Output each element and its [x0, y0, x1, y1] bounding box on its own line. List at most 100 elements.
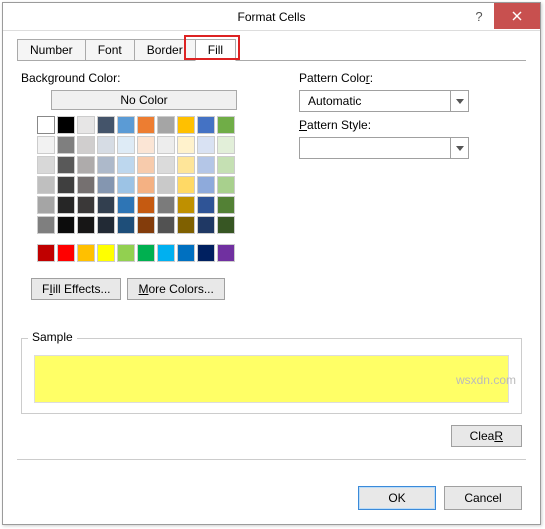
color-swatch[interactable]	[77, 176, 95, 194]
dialog-buttons: OK Cancel	[358, 486, 522, 510]
ok-button[interactable]: OK	[358, 486, 436, 510]
color-swatch[interactable]	[217, 156, 235, 174]
tab-fill[interactable]: Fill	[195, 39, 236, 61]
color-swatch[interactable]	[97, 116, 115, 134]
color-swatch[interactable]	[117, 116, 135, 134]
color-swatch[interactable]	[37, 116, 55, 134]
color-swatch[interactable]	[97, 244, 115, 262]
no-color-button[interactable]: No Color	[51, 90, 237, 110]
color-swatch[interactable]	[177, 216, 195, 234]
color-swatch[interactable]	[177, 116, 195, 134]
color-swatch[interactable]	[117, 136, 135, 154]
color-swatch[interactable]	[57, 176, 75, 194]
pattern-style-dropdown[interactable]	[299, 137, 469, 159]
background-color-label: Background Color:	[21, 71, 269, 85]
color-swatch[interactable]	[177, 176, 195, 194]
tab-strip: Number Font Border Fill	[3, 39, 540, 61]
color-swatch[interactable]	[197, 244, 215, 262]
color-swatch[interactable]	[137, 136, 155, 154]
color-swatch[interactable]	[97, 156, 115, 174]
color-swatch[interactable]	[97, 136, 115, 154]
color-swatch[interactable]	[117, 244, 135, 262]
tab-border[interactable]: Border	[134, 39, 196, 61]
color-swatch[interactable]	[77, 156, 95, 174]
pattern-section: Pattern Color: Automatic Pattern Style:	[299, 71, 522, 300]
help-button[interactable]: ?	[464, 3, 494, 29]
pattern-color-label: Pattern Color:	[299, 71, 522, 85]
color-swatch[interactable]	[37, 156, 55, 174]
chevron-down-icon	[450, 138, 468, 158]
clear-button[interactable]: CleaR	[451, 425, 522, 447]
theme-color-grid	[37, 116, 269, 234]
dialog-title: Format Cells	[237, 10, 305, 24]
color-swatch[interactable]	[137, 116, 155, 134]
color-swatch[interactable]	[77, 136, 95, 154]
color-swatch[interactable]	[217, 216, 235, 234]
color-swatch[interactable]	[197, 176, 215, 194]
color-swatch[interactable]	[197, 116, 215, 134]
color-swatch[interactable]	[117, 176, 135, 194]
color-swatch[interactable]	[37, 136, 55, 154]
color-swatch[interactable]	[197, 196, 215, 214]
more-colors-button[interactable]: More Colors...	[127, 278, 224, 300]
color-swatch[interactable]	[177, 136, 195, 154]
color-swatch[interactable]	[57, 216, 75, 234]
color-swatch[interactable]	[177, 196, 195, 214]
color-swatch[interactable]	[57, 116, 75, 134]
color-swatch[interactable]	[137, 196, 155, 214]
sample-label: Sample	[28, 330, 77, 344]
color-swatch[interactable]	[37, 216, 55, 234]
tab-number[interactable]: Number	[17, 39, 86, 61]
close-button[interactable]	[494, 3, 540, 29]
color-swatch[interactable]	[157, 116, 175, 134]
color-action-buttons: FIill Effects... More Colors...	[31, 278, 269, 300]
color-swatch[interactable]	[197, 216, 215, 234]
color-swatch[interactable]	[37, 244, 55, 262]
tab-font[interactable]: Font	[85, 39, 135, 61]
watermark-text: wsxdn.com	[456, 373, 516, 387]
sample-preview	[34, 355, 509, 403]
color-swatch[interactable]	[37, 176, 55, 194]
color-swatch[interactable]	[57, 196, 75, 214]
color-swatch[interactable]	[77, 196, 95, 214]
color-swatch[interactable]	[137, 156, 155, 174]
color-swatch[interactable]	[117, 156, 135, 174]
color-swatch[interactable]	[117, 216, 135, 234]
color-swatch[interactable]	[217, 116, 235, 134]
color-swatch[interactable]	[77, 216, 95, 234]
fill-effects-button[interactable]: FIill Effects...	[31, 278, 121, 300]
color-swatch[interactable]	[177, 156, 195, 174]
color-swatch[interactable]	[217, 176, 235, 194]
cancel-button[interactable]: Cancel	[444, 486, 522, 510]
color-swatch[interactable]	[157, 156, 175, 174]
format-cells-dialog: Format Cells ? Number Font Border Fill B…	[2, 2, 541, 525]
color-swatch[interactable]	[157, 176, 175, 194]
color-swatch[interactable]	[57, 244, 75, 262]
color-swatch[interactable]	[37, 196, 55, 214]
color-swatch[interactable]	[157, 216, 175, 234]
color-swatch[interactable]	[137, 176, 155, 194]
color-swatch[interactable]	[157, 196, 175, 214]
color-swatch[interactable]	[217, 244, 235, 262]
clear-row: CleaR	[451, 425, 522, 447]
color-swatch[interactable]	[77, 244, 95, 262]
color-swatch[interactable]	[137, 216, 155, 234]
color-swatch[interactable]	[77, 116, 95, 134]
color-swatch[interactable]	[137, 244, 155, 262]
color-swatch[interactable]	[197, 156, 215, 174]
color-swatch[interactable]	[117, 196, 135, 214]
color-swatch[interactable]	[217, 136, 235, 154]
color-swatch[interactable]	[97, 176, 115, 194]
color-swatch[interactable]	[177, 244, 195, 262]
separator	[17, 459, 526, 460]
pattern-color-dropdown[interactable]: Automatic	[299, 90, 469, 112]
color-swatch[interactable]	[157, 136, 175, 154]
color-swatch[interactable]	[217, 196, 235, 214]
chevron-down-icon	[450, 91, 468, 111]
color-swatch[interactable]	[57, 136, 75, 154]
color-swatch[interactable]	[57, 156, 75, 174]
color-swatch[interactable]	[197, 136, 215, 154]
color-swatch[interactable]	[97, 196, 115, 214]
color-swatch[interactable]	[97, 216, 115, 234]
color-swatch[interactable]	[157, 244, 175, 262]
